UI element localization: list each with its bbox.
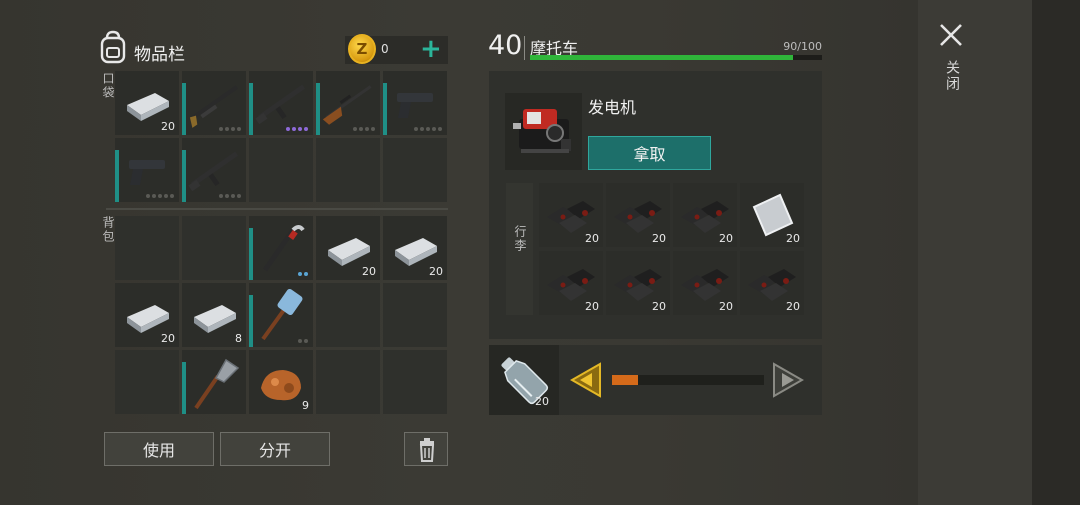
item-count: 20 xyxy=(652,232,666,245)
upgrade-dots xyxy=(298,272,308,276)
upgrade-dots xyxy=(219,194,241,198)
durability-bar xyxy=(249,228,253,280)
upgrade-dots xyxy=(414,127,442,131)
item-count: 8 xyxy=(235,332,242,345)
item-count: 9 xyxy=(302,399,309,412)
backpack-slot-empty[interactable] xyxy=(115,350,179,414)
pocket-slot-iron-bar[interactable]: 20 xyxy=(115,71,179,135)
item-count: 20 xyxy=(585,300,599,313)
item-count: 20 xyxy=(652,300,666,313)
close-icon[interactable] xyxy=(938,22,964,48)
backpack-slot-shovel[interactable] xyxy=(182,350,246,414)
vehicle-hp-text: 90/100 xyxy=(783,40,822,53)
cargo-slot-coal[interactable]: 20 xyxy=(539,183,603,247)
item-count: 20 xyxy=(585,232,599,245)
cargo-label: 行李 xyxy=(513,225,527,253)
upgrade-dots xyxy=(146,194,174,198)
backpack-slot-iron-bar[interactable]: 8 xyxy=(182,283,246,347)
durability-bar xyxy=(182,150,186,202)
upgrade-dots xyxy=(353,127,375,131)
backpack-slot-crowbar[interactable] xyxy=(249,216,313,280)
upgrade-dots xyxy=(298,339,308,343)
take-button[interactable]: 拿取 xyxy=(588,136,711,170)
fuel-count: 20 xyxy=(535,395,549,408)
durability-bar xyxy=(249,295,253,347)
screen-edge xyxy=(1032,0,1080,505)
item-count: 20 xyxy=(786,232,800,245)
item-count: 20 xyxy=(786,300,800,313)
backpack-slot-copper-ore[interactable]: 9 xyxy=(249,350,313,414)
pocket-slot-empty[interactable] xyxy=(383,138,447,202)
generator-name: 发电机 xyxy=(588,98,637,117)
item-count: 20 xyxy=(429,265,443,278)
durability-bar xyxy=(115,150,119,202)
shovel-icon xyxy=(182,350,246,418)
cargo-slot-coal[interactable]: 20 xyxy=(606,251,670,315)
inventory-title: 物品栏 xyxy=(134,45,185,65)
pocket-slot-assault-rifle[interactable] xyxy=(249,71,313,135)
generator-slot[interactable] xyxy=(505,93,582,170)
backpack-slot-empty[interactable] xyxy=(316,350,380,414)
cargo-slot-coal[interactable]: 20 xyxy=(740,251,804,315)
durability-bar xyxy=(316,83,320,135)
pocket-slot-empty[interactable] xyxy=(249,138,313,202)
backpack-slot-iron-bar[interactable]: 20 xyxy=(115,283,179,347)
backpack-icon xyxy=(100,30,126,64)
durability-bar xyxy=(182,362,186,414)
split-button[interactable]: 分开 xyxy=(220,432,330,466)
trash-button[interactable] xyxy=(404,432,448,466)
backpack-slot-empty[interactable] xyxy=(182,216,246,280)
item-count: 20 xyxy=(719,232,733,245)
quantity-slider-fill[interactable] xyxy=(612,375,638,385)
backpack-slot-empty[interactable] xyxy=(383,283,447,347)
add-coins-button[interactable]: + xyxy=(420,34,442,64)
item-count: 20 xyxy=(362,265,376,278)
pocket-slot-assault-rifle[interactable] xyxy=(182,138,246,202)
level-divider xyxy=(524,36,525,60)
close-label[interactable]: 关闭 xyxy=(942,60,962,92)
trash-icon xyxy=(419,438,435,462)
backpack-slot-empty[interactable] xyxy=(316,283,380,347)
durability-bar xyxy=(383,83,387,135)
upgrade-dots xyxy=(219,127,241,131)
increase-arrow-icon[interactable] xyxy=(772,362,804,398)
pocket-slot-shotgun[interactable] xyxy=(182,71,246,135)
cargo-slot-coal[interactable]: 20 xyxy=(673,251,737,315)
coin-icon: Z xyxy=(348,34,376,64)
cargo-slot-coal[interactable]: 20 xyxy=(539,251,603,315)
section-divider xyxy=(106,208,448,210)
vehicle-level: 40 xyxy=(488,30,523,61)
pocket-slot-pistol[interactable] xyxy=(115,138,179,202)
vehicle-hp-fill xyxy=(530,55,793,60)
durability-bar xyxy=(249,83,253,135)
upgrade-dots xyxy=(286,127,308,131)
cargo-slot-iron-plate[interactable]: 20 xyxy=(740,183,804,247)
backpack-slot-iron-bar[interactable]: 20 xyxy=(383,216,447,280)
item-count: 20 xyxy=(719,300,733,313)
use-button[interactable]: 使用 xyxy=(104,432,214,466)
backpack-slot-empty[interactable] xyxy=(383,350,447,414)
cargo-slot-coal[interactable]: 20 xyxy=(673,183,737,247)
close-strip xyxy=(918,0,1032,505)
generator-icon xyxy=(513,109,571,153)
item-count: 20 xyxy=(161,332,175,345)
backpack-slot-empty[interactable] xyxy=(115,216,179,280)
backpack-slot-iron-bar[interactable]: 20 xyxy=(316,216,380,280)
pocket-slot-pistol[interactable] xyxy=(383,71,447,135)
coin-count: 0 xyxy=(381,42,389,56)
cargo-slot-coal[interactable]: 20 xyxy=(606,183,670,247)
decrease-arrow-icon[interactable] xyxy=(570,362,602,398)
pocket-slot-hunting-rifle[interactable] xyxy=(316,71,380,135)
durability-bar xyxy=(182,83,186,135)
pocket-slot-empty[interactable] xyxy=(316,138,380,202)
item-count: 20 xyxy=(161,120,175,133)
backpack-slot-sledgehammer[interactable] xyxy=(249,283,313,347)
